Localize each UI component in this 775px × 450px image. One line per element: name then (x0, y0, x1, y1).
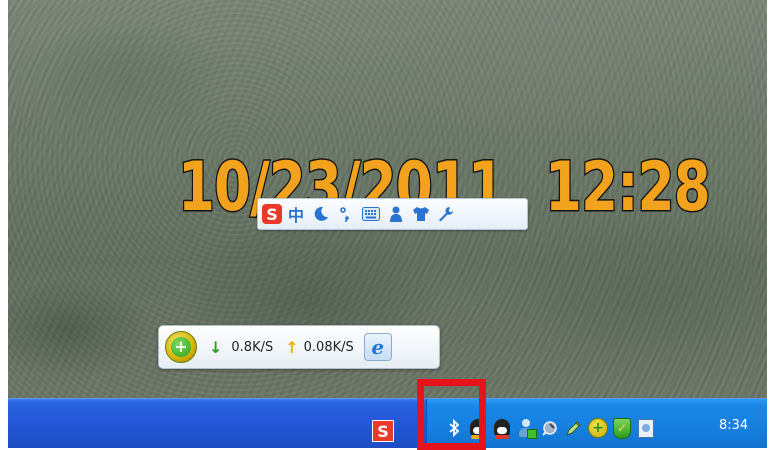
keyboard-icon[interactable] (360, 203, 382, 225)
360-shield-icon[interactable]: ✓ (612, 417, 632, 439)
user-status-icon[interactable] (516, 418, 537, 439)
qq-red-icon[interactable] (492, 418, 512, 439)
user-icon[interactable] (385, 203, 407, 225)
document-icon[interactable] (636, 418, 656, 438)
internet-explorer-icon[interactable]: e (363, 333, 392, 361)
desktop-clock-time: 12:28 (544, 147, 712, 229)
tray-clock[interactable]: 8:34 (719, 418, 748, 433)
download-arrow-icon: ↓ (209, 337, 223, 357)
ime-logo-icon[interactable]: S (262, 204, 282, 224)
wrench-icon[interactable] (435, 203, 457, 225)
highlight-box (417, 379, 486, 450)
moon-icon[interactable] (310, 203, 332, 225)
upload-speed: 0.08K/S (303, 339, 354, 355)
download-speed: 0.8K/S (231, 339, 274, 355)
pen-icon[interactable] (564, 418, 584, 438)
network-speed-widget[interactable]: + ↓ 0.8K/S ↑ 0.08K/S e (158, 325, 440, 369)
ime-chinese-mode-button[interactable]: 中 (285, 203, 307, 225)
upload-arrow-icon: ↑ (285, 337, 299, 357)
punctuation-icon[interactable] (335, 203, 357, 225)
plug-icon[interactable] (540, 418, 560, 438)
ime-toolbar[interactable]: S 中 (257, 198, 528, 230)
sogou-ime-taskbar-button[interactable]: S (372, 420, 394, 442)
360-guard-tray-icon[interactable]: + (588, 418, 608, 438)
360-guard-icon[interactable]: + (165, 331, 197, 363)
shirt-icon[interactable] (410, 203, 432, 225)
